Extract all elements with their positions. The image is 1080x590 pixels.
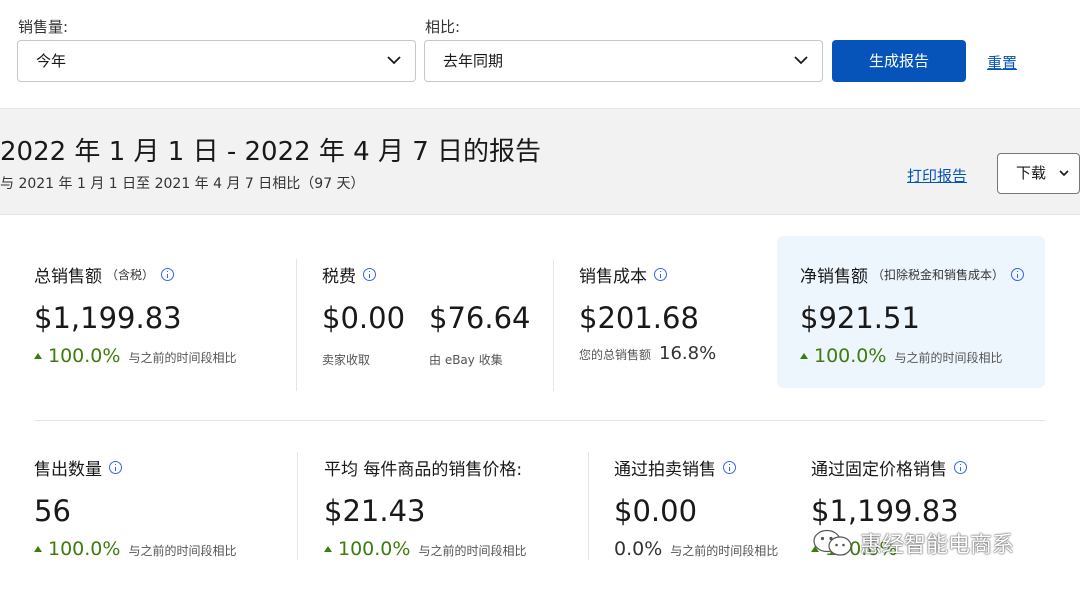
metrics-panel: 总销售额 （含税） $1,199.83 100.0% 与之前的时间段相比 税费 …	[0, 214, 1080, 590]
metric-value: $1,199.83	[811, 494, 959, 528]
info-icon[interactable]	[1011, 268, 1025, 281]
metric-value: $201.68	[579, 301, 699, 335]
metric-percent: 16.8%	[659, 343, 717, 364]
metric-change: 100.0%	[48, 345, 121, 367]
metric-compare-note: 与之前的时间段相比	[670, 544, 779, 558]
metric-compare-note: 与之前的时间段相比	[418, 544, 527, 558]
watermark-text: 惠经智能电商系	[860, 533, 1015, 558]
reset-link[interactable]: 重置	[987, 52, 1017, 73]
metric-avg-price: 平均 每件商品的销售价格: $21.43 100.0% 与之前的时间段相比	[324, 455, 526, 560]
generate-report-button[interactable]: 生成报告	[832, 40, 966, 82]
metric-compare-note: 与之前的时间段相比	[128, 544, 237, 558]
download-button[interactable]: 下载	[997, 153, 1080, 194]
metric-label: 销售成本	[579, 267, 647, 287]
metric-note: 您的总销售额	[579, 348, 652, 362]
compare-label: 相比:	[425, 18, 461, 36]
divider	[297, 452, 298, 560]
metric-label: 税费	[322, 267, 356, 287]
metric-value-ebay: $76.64	[429, 301, 531, 335]
metric-compare-note: 与之前的时间段相比	[894, 351, 1003, 365]
divider	[296, 259, 297, 391]
info-icon[interactable]	[109, 461, 122, 474]
info-icon[interactable]	[654, 268, 667, 281]
metric-label-note: （含税）	[106, 268, 155, 282]
row-divider	[34, 420, 1046, 421]
metric-ebay-note: 由 eBay 收集	[429, 353, 503, 367]
divider	[553, 259, 554, 391]
metric-label: 通过拍卖销售	[614, 460, 716, 480]
trend-up-icon	[34, 546, 42, 552]
metric-total-sales: 总销售额 （含税） $1,199.83 100.0% 与之前的时间段相比	[34, 262, 236, 367]
metric-label-note: （扣除税金和销售成本）	[872, 268, 1005, 282]
compare-select[interactable]: 去年同期	[424, 40, 823, 82]
metric-value: $0.00	[614, 494, 698, 528]
info-icon[interactable]	[363, 268, 376, 281]
chevron-down-icon	[1059, 170, 1069, 177]
metric-label: 通过固定价格销售	[811, 460, 947, 480]
filter-bar: 销售量: 今年 相比: 去年同期 生成报告 重置	[0, 0, 1080, 108]
info-icon[interactable]	[161, 268, 175, 281]
metric-change: 100.0%	[338, 538, 411, 560]
info-icon[interactable]	[954, 461, 967, 474]
metric-value: $21.43	[324, 494, 426, 528]
metric-change: 0.0%	[614, 538, 663, 560]
metric-net-sales: 净销售额 （扣除税金和销售成本） $921.51 100.0% 与之前的时间段相…	[800, 262, 1025, 367]
download-button-label: 下载	[1016, 164, 1047, 182]
metric-compare-note: 与之前的时间段相比	[128, 351, 237, 365]
trend-up-icon	[800, 353, 808, 359]
compare-value: 去年同期	[443, 52, 504, 70]
metric-label: 平均 每件商品的销售价格:	[324, 460, 523, 480]
sales-period-select[interactable]: 今年	[17, 40, 416, 82]
metric-cost-of-sales: 销售成本 $201.68 您的总销售额 16.8%	[579, 262, 716, 364]
metric-label: 总销售额	[34, 267, 102, 287]
chevron-down-icon	[794, 56, 808, 65]
metric-value: $921.51	[800, 301, 920, 335]
metric-auction-sales: 通过拍卖销售 $0.00 0.0% 与之前的时间段相比	[614, 455, 778, 560]
page-title: 2022 年 1 月 1 日 - 2022 年 4 月 7 日的报告	[0, 137, 542, 167]
info-icon[interactable]	[723, 461, 736, 474]
metric-value: $1,199.83	[34, 301, 182, 335]
trend-up-icon	[324, 546, 332, 552]
metric-label: 净销售额	[800, 267, 868, 287]
metric-change: 100.0%	[814, 345, 887, 367]
sales-period-label: 销售量:	[18, 18, 69, 36]
metric-value-seller: $0.00	[322, 301, 406, 335]
print-report-link[interactable]: 打印报告	[907, 165, 967, 186]
metric-label: 售出数量	[34, 460, 102, 480]
watermark: 惠经智能电商系	[812, 527, 1014, 559]
metric-change: 100.0%	[48, 538, 121, 560]
chevron-down-icon	[387, 56, 401, 65]
report-comparison-range: 与 2021 年 1 月 1 日至 2021 年 4 月 7 日相比（97 天）	[0, 176, 365, 192]
metric-value: 56	[34, 494, 71, 528]
metric-seller-note: 卖家收取	[322, 353, 371, 367]
report-header: 2022 年 1 月 1 日 - 2022 年 4 月 7 日的报告 与 202…	[0, 108, 1080, 214]
wechat-logo-icon	[813, 529, 852, 556]
metric-tax: 税费 $0.00 卖家收取 $76.64 由 eBay 收集	[322, 262, 530, 368]
trend-up-icon	[34, 353, 42, 359]
divider	[588, 452, 589, 560]
sales-period-value: 今年	[36, 52, 67, 70]
metric-quantity-sold: 售出数量 56 100.0% 与之前的时间段相比	[34, 455, 236, 560]
